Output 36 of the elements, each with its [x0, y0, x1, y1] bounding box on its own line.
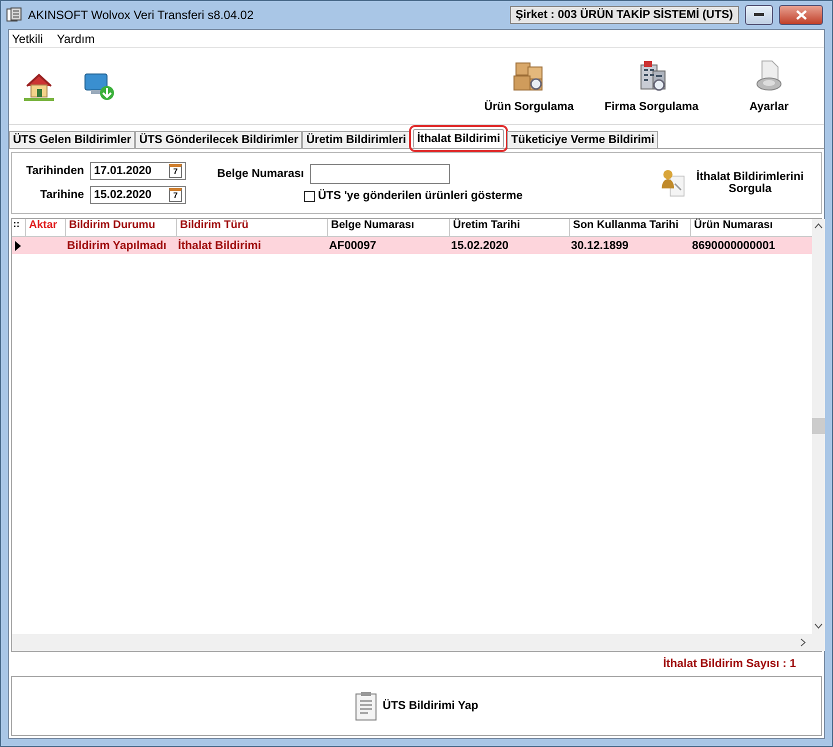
field-label: Belge Numarası — [216, 168, 304, 180]
tab[interactable]: Tüketiciye Verme Bildirimi — [507, 131, 658, 148]
calendar-icon: 7 — [169, 164, 182, 178]
tab[interactable]: Üretim Bildirimleri — [302, 131, 410, 148]
window-title: AKINSOFT Wolvox Veri Transferi s8.04.02 — [28, 8, 255, 22]
calendar-icon: 7 — [169, 188, 182, 202]
table-row[interactable]: Bildirim Yapılmadı İthalat Bildirimi AF00097 15.02.2020 30.12.1899 8690000000001 — [12, 237, 812, 254]
tab[interactable]: ÜTS Gelen Bildirimler — [9, 131, 136, 148]
menu-item[interactable]: Yardım — [56, 32, 95, 46]
toolbar-button[interactable]: Ürün Sorgulama — [469, 59, 589, 113]
send-button[interactable]: ÜTS Bildirimi Yap — [348, 690, 484, 722]
company-label: Şirket : 003 ÜRÜN TAKİP SİSTEMİ (UTS) — [510, 6, 739, 24]
query-button[interactable]: İthalat Bildirimlerini Sorgula — [655, 163, 815, 203]
table-cell-text: 15.02.2020 — [450, 240, 510, 252]
column-header[interactable]: Son Kullanma Tarihi — [569, 219, 690, 236]
field-label: Tarihinden — [25, 165, 84, 177]
column-header[interactable]: Aktar — [25, 219, 65, 236]
table-cell-text: AF00097 — [328, 240, 378, 252]
table-cell-text: Bildirim Yapılmadı — [66, 240, 168, 252]
record-count: İthalat Bildirim Sayısı : 1 — [662, 656, 797, 672]
field-label: Tarihine — [39, 189, 84, 201]
column-header[interactable]: Bildirim Durumu — [65, 219, 176, 236]
table-cell-text: 8690000000001 — [691, 240, 776, 252]
table-cell-text: İthalat Bildirimi — [177, 240, 262, 252]
table-cell-text: 30.12.1899 — [570, 240, 630, 252]
grid-corner: :: — [12, 219, 21, 232]
tab[interactable]: ÜTS Gönderilecek Bildirimler — [135, 131, 302, 148]
date-field[interactable]: 17.01.2020 7 — [90, 162, 186, 180]
column-header[interactable]: Bildirim Türü — [176, 219, 327, 236]
column-header[interactable]: Belge Numarası — [327, 219, 449, 236]
hide-sent-checkbox[interactable]: ÜTS 'ye gönderilen ürünleri gösterme — [304, 190, 523, 202]
date-field[interactable]: 15.02.2020 7 — [90, 186, 186, 204]
column-header[interactable]: Üretim Tarihi — [449, 219, 569, 236]
toolbar-button[interactable]: Firma Sorgulama — [589, 59, 714, 113]
menu-item[interactable]: Yetkili — [12, 32, 43, 46]
toolbar-button[interactable]: Ayarlar — [714, 59, 824, 113]
